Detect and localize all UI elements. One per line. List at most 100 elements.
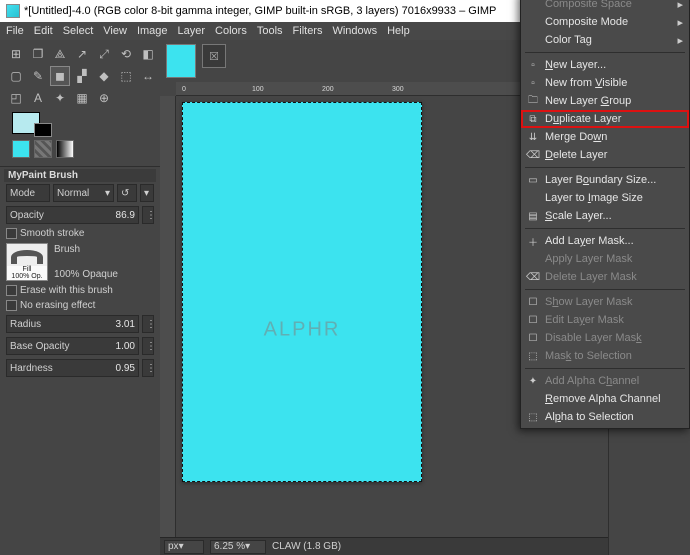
menu-filters[interactable]: Filters — [293, 25, 323, 37]
tool-bucket-icon[interactable]: ⬚ — [116, 66, 136, 86]
menu-item-icon: ⬚ — [526, 412, 540, 423]
tool-gradient-icon[interactable]: ◆ — [94, 66, 114, 86]
tool-rotate-icon[interactable]: ⟲ — [116, 44, 136, 64]
menu-view[interactable]: View — [103, 25, 127, 37]
menu-item-label: Alpha to Selection — [545, 411, 634, 423]
menu-item-label: Mask to Selection — [545, 350, 632, 362]
tool-flip-icon[interactable]: ◧ — [138, 44, 158, 64]
background-color-swatch[interactable] — [34, 123, 52, 137]
active-pattern-chip[interactable] — [34, 140, 52, 158]
window-title: *[Untitled]-4.0 (RGB color 8-bit gamma i… — [24, 5, 496, 17]
context-menu-item[interactable]: ⇊Merge Down — [521, 128, 689, 146]
brush-section-label: Brush — [54, 244, 118, 255]
erase-with-brush-checkbox[interactable] — [6, 285, 17, 296]
menu-select[interactable]: Select — [63, 25, 94, 37]
tool-smudge-icon[interactable]: ↔ — [138, 66, 158, 86]
status-bar: px ▾ 6.25 % ▾ CLAW (1.8 GB) — [160, 537, 608, 555]
menu-colors[interactable]: Colors — [215, 25, 247, 37]
mode-select[interactable]: Normal▾ — [53, 184, 114, 202]
canvas-page[interactable]: ALPHR — [182, 102, 422, 482]
context-menu-item: ✦Add Alpha Channel — [521, 372, 689, 390]
hardness-slider[interactable]: Hardness 0.95 — [6, 359, 139, 377]
tool-text-icon[interactable]: A — [28, 88, 48, 108]
toolbox: ⊞ ❐ ⟁ ↗ ⤢ ⟲ ◧ ▢ ✎ ◼ ▞ ◆ ⬚ ↔ ◰ A ✦ ▦ ⊕ — [0, 40, 160, 166]
context-menu-item[interactable]: ▫New Layer... — [521, 56, 689, 74]
context-menu-item[interactable]: ＋Add Layer Mask... — [521, 232, 689, 250]
menu-edit[interactable]: Edit — [34, 25, 53, 37]
tool-paths-icon[interactable]: ◰ — [6, 88, 26, 108]
mode-link-button[interactable]: ▾ — [140, 184, 154, 202]
mode-label: Mode — [6, 184, 50, 202]
menu-tools[interactable]: Tools — [257, 25, 283, 37]
tool-crop-icon[interactable]: ↗ — [72, 44, 92, 64]
context-menu-item[interactable]: 🗀 New Layer Group — [521, 92, 689, 110]
tool-transform-icon[interactable]: ⤢ — [94, 44, 114, 64]
close-document-button[interactable]: ☒ — [202, 44, 226, 68]
context-menu-item[interactable]: ▫New from Visible — [521, 74, 689, 92]
menu-item-label: New from Visible — [545, 77, 627, 89]
tool-warp-icon[interactable]: ▢ — [6, 66, 26, 86]
context-menu-item[interactable]: Composite Mode ▸ — [521, 13, 689, 31]
context-menu-item[interactable]: ▤Scale Layer... — [521, 207, 689, 225]
context-menu-item[interactable]: ▭Layer Boundary Size... — [521, 171, 689, 189]
base-opacity-stepper[interactable]: ⋮ — [142, 337, 154, 355]
context-menu-item[interactable]: Layer to Image Size — [521, 189, 689, 207]
left-dock: ⊞ ❐ ⟁ ↗ ⤢ ⟲ ◧ ▢ ✎ ◼ ▞ ◆ ⬚ ↔ ◰ A ✦ ▦ ⊕ — [0, 40, 160, 555]
menu-item-icon: ⧉ — [526, 114, 540, 125]
base-opacity-slider[interactable]: Base Opacity 1.00 — [6, 337, 139, 355]
tool-free-select-icon[interactable]: ⟁ — [50, 44, 70, 64]
context-menu-item[interactable]: Remove Alpha Channel — [521, 390, 689, 408]
unit-select[interactable]: px ▾ — [164, 540, 204, 554]
menu-item-label: Composite Mode — [545, 16, 628, 28]
menu-item-icon: ☐ — [526, 315, 540, 326]
mode-reset-button[interactable]: ↺ — [117, 184, 137, 202]
radius-stepper[interactable]: ⋮ — [142, 315, 154, 333]
watermark-text: ALPHR — [264, 318, 341, 341]
active-brush-chip[interactable] — [12, 140, 30, 158]
menu-help[interactable]: Help — [387, 25, 410, 37]
status-info: CLAW (1.8 GB) — [272, 541, 341, 552]
menu-separator — [525, 228, 685, 229]
menu-file[interactable]: File — [6, 25, 24, 37]
smooth-stroke-checkbox[interactable] — [6, 228, 17, 239]
submenu-arrow-icon: ▸ — [677, 16, 683, 29]
tool-options-title: MyPaint Brush — [4, 169, 156, 182]
tool-clone-icon[interactable]: ▞ — [72, 66, 92, 86]
context-menu-item[interactable]: ⬚ Alpha to Selection — [521, 408, 689, 426]
menu-item-icon: 🗀 — [526, 93, 540, 110]
menu-separator — [525, 167, 685, 168]
erase-with-brush-label: Erase with this brush — [20, 285, 113, 296]
menu-item-label: New Layer Group — [545, 95, 631, 107]
menu-image[interactable]: Image — [137, 25, 168, 37]
context-menu-item: Composite Space▸ — [521, 0, 689, 13]
tool-move-icon[interactable]: ⊞ — [6, 44, 26, 64]
active-gradient-chip[interactable] — [56, 140, 74, 158]
context-menu-item[interactable]: ⌫Delete Layer — [521, 146, 689, 164]
tool-measure-icon[interactable]: ▦ — [72, 88, 92, 108]
chevron-down-icon: ▾ — [105, 188, 110, 199]
context-menu-item[interactable]: ⧉ Duplicate Layer — [521, 110, 689, 128]
opacity-slider[interactable]: Opacity 86.9 — [6, 206, 139, 224]
tool-zoom-icon[interactable]: ⊕ — [94, 88, 114, 108]
menu-item-label: Layer to Image Size — [545, 192, 643, 204]
tool-pencil-icon[interactable]: ✎ — [28, 66, 48, 86]
context-menu-item[interactable]: Color Tag▸ — [521, 31, 689, 49]
context-menu-item: ☐Edit Layer Mask — [521, 311, 689, 329]
menu-item-label: New Layer... — [545, 59, 606, 71]
tool-mypaint-brush-icon[interactable]: ◼ — [50, 66, 70, 86]
tool-rect-select-icon[interactable]: ❐ — [28, 44, 48, 64]
smooth-stroke-label: Smooth stroke — [20, 228, 84, 239]
opacity-stepper[interactable]: ⋮ — [142, 206, 154, 224]
zoom-select[interactable]: 6.25 % ▾ — [210, 540, 266, 554]
brush-name-label: 100% Opaque — [54, 269, 118, 280]
no-erasing-checkbox[interactable] — [6, 300, 17, 311]
radius-slider[interactable]: Radius 3.01 — [6, 315, 139, 333]
menu-item-icon: ⇊ — [526, 132, 540, 143]
menu-layer[interactable]: Layer — [178, 25, 206, 37]
menu-windows[interactable]: Windows — [332, 25, 377, 37]
brush-preview-thumb[interactable]: Fill 100% Op. — [6, 243, 48, 281]
menu-item-label: Duplicate Layer — [545, 113, 621, 125]
document-tab[interactable] — [166, 44, 196, 78]
tool-color-picker-icon[interactable]: ✦ — [50, 88, 70, 108]
hardness-stepper[interactable]: ⋮ — [142, 359, 154, 377]
